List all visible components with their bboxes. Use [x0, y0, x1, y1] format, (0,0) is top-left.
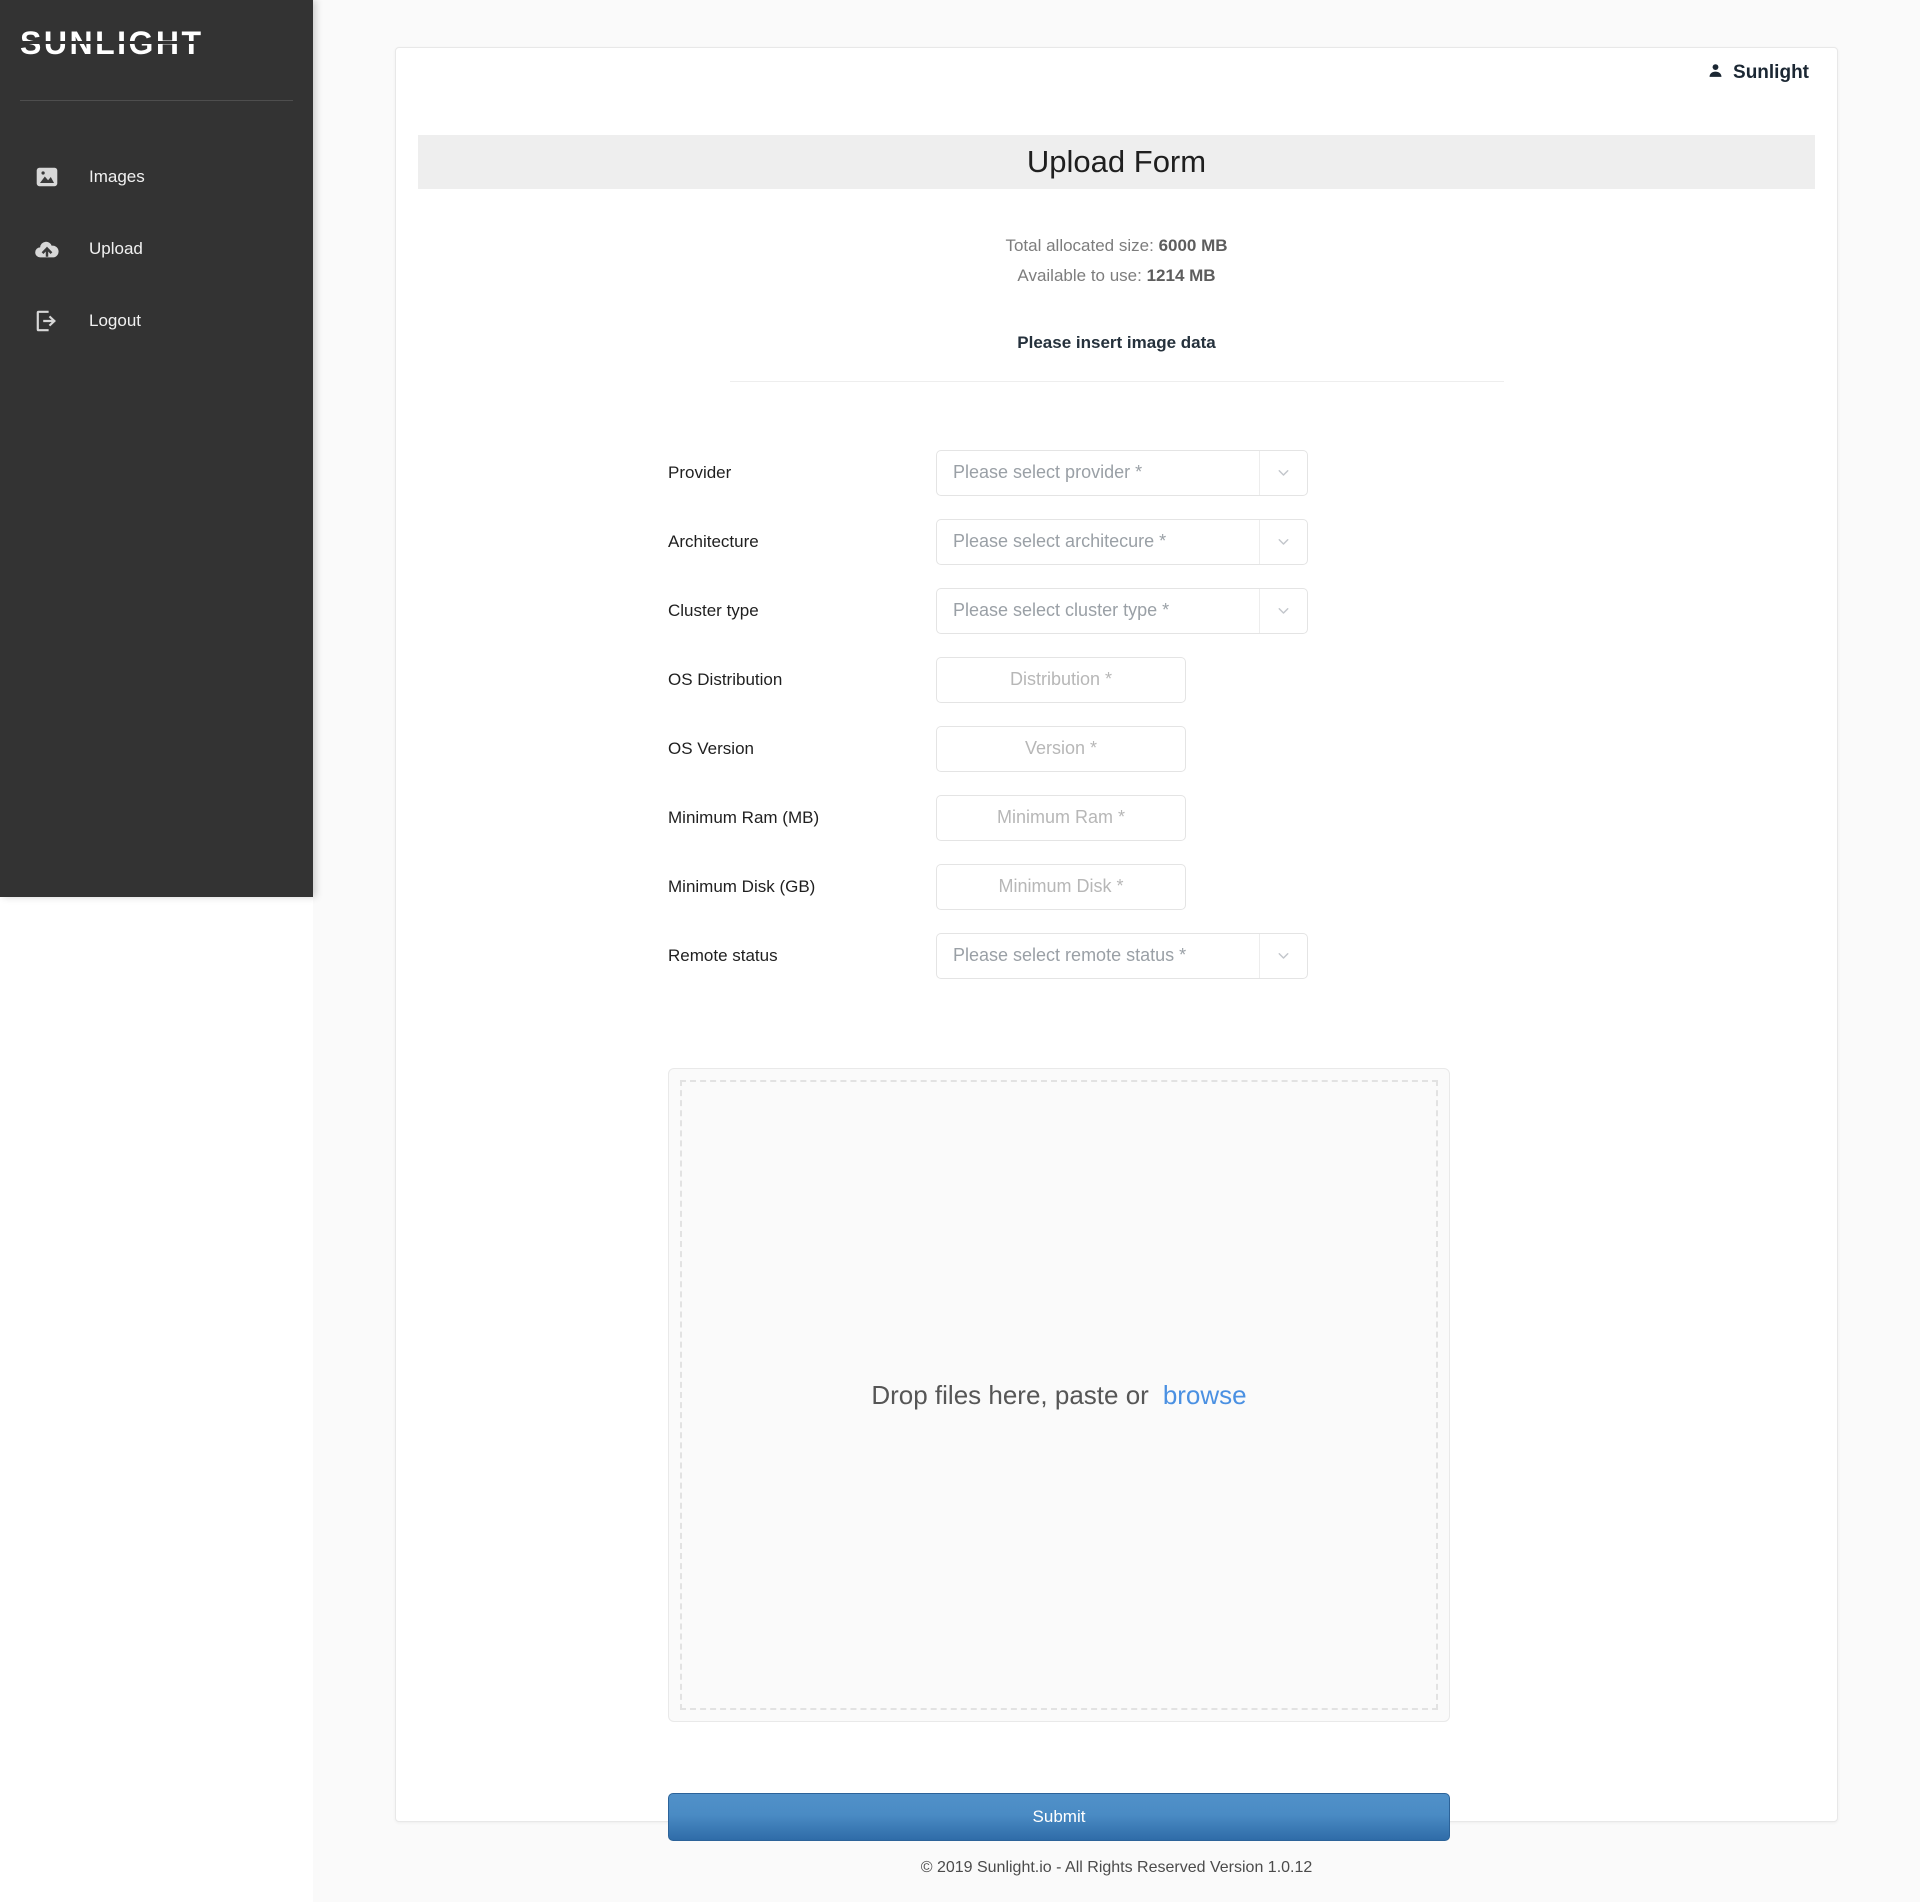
person-icon — [1707, 62, 1724, 85]
field-label-minimum-disk: Minimum Disk (GB) — [668, 876, 816, 896]
section-heading: Please insert image data — [1017, 333, 1216, 352]
sidebar-item-logout[interactable]: Logout — [0, 285, 313, 357]
sidebar: SUNLIGHT Images Upload Logout — [0, 0, 313, 897]
user-name: Sunlight — [1733, 62, 1809, 83]
total-allocated-row: Total allocated size: 6000 MB — [396, 231, 1837, 261]
os-version-input[interactable]: Version * — [936, 725, 1186, 772]
logout-icon — [33, 307, 61, 335]
brand-logo-text: SUNLIGHT — [18, 25, 206, 61]
browse-link[interactable]: browse — [1163, 1380, 1247, 1410]
minimum-ram-placeholder: Minimum Ram * — [996, 807, 1125, 827]
form-row-architecture: Architecture Please select architecure * — [668, 507, 1837, 576]
footer: © 2019 Sunlight.io - All Rights Reserved… — [920, 1859, 1313, 1876]
sidebar-item-label: Upload — [89, 239, 143, 258]
section-divider — [729, 381, 1504, 382]
field-label-minimum-ram: Minimum Ram (MB) — [668, 807, 820, 827]
architecture-select-value: Please select architecure * — [953, 531, 1167, 551]
minimum-disk-input[interactable]: Minimum Disk * — [936, 863, 1186, 910]
field-label-provider: Provider — [668, 462, 732, 482]
sidebar-nav: Images Upload Logout — [0, 141, 313, 357]
sidebar-item-label: Logout — [89, 311, 141, 330]
field-label-remote-status: Remote status — [668, 945, 778, 965]
available-value: 1214 MB — [1146, 266, 1216, 285]
form-row-os-version: OS Version Version * — [668, 714, 1837, 783]
cluster-type-select-value: Please select cluster type * — [953, 600, 1170, 620]
provider-select[interactable]: Please select provider * — [936, 449, 1308, 496]
card-topbar: Sunlight — [396, 48, 1837, 98]
page-title-banner: Upload Form — [418, 135, 1815, 189]
field-label-os-version: OS Version — [668, 738, 754, 758]
sidebar-item-upload[interactable]: Upload — [0, 213, 313, 285]
total-allocated-label: Total allocated size: — [1005, 236, 1154, 255]
available-row: Available to use: 1214 MB — [396, 261, 1837, 291]
remote-status-select-value: Please select remote status * — [953, 945, 1187, 965]
chevron-down-icon — [1259, 519, 1307, 564]
os-version-placeholder: Version * — [1024, 738, 1098, 758]
form-row-minimum-disk: Minimum Disk (GB) Minimum Disk * — [668, 852, 1837, 921]
cloud-upload-icon — [33, 235, 61, 263]
architecture-select[interactable]: Please select architecure * — [936, 518, 1308, 565]
os-distribution-input[interactable]: Distribution * — [936, 656, 1186, 703]
form-row-cluster-type: Cluster type Please select cluster type … — [668, 576, 1837, 645]
upload-form-card: Sunlight Upload Form Total allocated siz… — [395, 47, 1838, 1841]
submit-button[interactable]: Submit — [668, 1793, 1450, 1841]
total-allocated-value: 6000 MB — [1158, 236, 1228, 255]
file-dropzone-inner: Drop files here, paste or browse — [680, 1080, 1438, 1710]
cluster-type-select[interactable]: Please select cluster type * — [936, 587, 1308, 634]
chevron-down-icon — [1259, 450, 1307, 495]
sidebar-item-label: Images — [89, 167, 145, 186]
remote-status-select[interactable]: Please select remote status * — [936, 932, 1308, 979]
user-menu[interactable]: Sunlight — [1707, 62, 1809, 85]
allocation-info: Total allocated size: 6000 MB Available … — [396, 231, 1837, 291]
field-label-os-distribution: OS Distribution — [668, 669, 783, 689]
sidebar-divider — [20, 100, 293, 101]
field-label-architecture: Architecture — [668, 531, 759, 551]
field-label-cluster-type: Cluster type — [668, 600, 759, 620]
minimum-disk-placeholder: Minimum Disk * — [998, 876, 1124, 896]
provider-select-value: Please select provider * — [953, 462, 1143, 482]
app-root: SUNLIGHT Images Upload Logout Sunlight U… — [0, 0, 1920, 1902]
image-data-form: Provider Please select provider * Archit… — [396, 438, 1837, 990]
minimum-ram-input[interactable]: Minimum Ram * — [936, 794, 1186, 841]
file-dropzone[interactable]: Drop files here, paste or browse — [668, 1068, 1450, 1722]
page-title: Upload Form — [1026, 144, 1207, 179]
form-row-os-distribution: OS Distribution Distribution * — [668, 645, 1837, 714]
form-row-provider: Provider Please select provider * — [668, 438, 1837, 507]
sidebar-item-images[interactable]: Images — [0, 141, 313, 213]
main-content: Sunlight Upload Form Total allocated siz… — [313, 0, 1920, 1902]
brand-logo[interactable]: SUNLIGHT — [0, 0, 313, 86]
form-row-remote-status: Remote status Please select remote statu… — [668, 921, 1837, 990]
chevron-down-icon — [1259, 933, 1307, 978]
os-distribution-placeholder: Distribution * — [1009, 669, 1113, 689]
image-icon — [33, 163, 61, 191]
available-label: Available to use: — [1017, 266, 1142, 285]
chevron-down-icon — [1259, 588, 1307, 633]
form-row-minimum-ram: Minimum Ram (MB) Minimum Ram * — [668, 783, 1837, 852]
dropzone-instruction: Drop files here, paste or — [871, 1380, 1149, 1410]
